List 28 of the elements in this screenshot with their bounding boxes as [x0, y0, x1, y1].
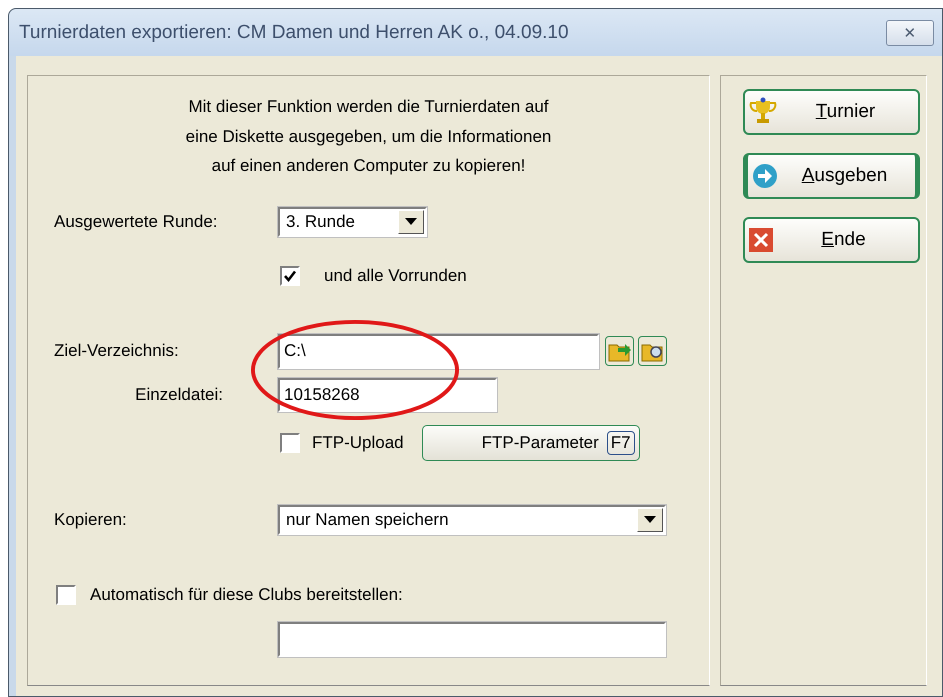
checkbox-label: und alle Vorrunden	[324, 266, 467, 286]
caret-icon	[405, 218, 417, 225]
single-file-label: Einzeldatei:	[134, 384, 223, 404]
folder-arrow-button[interactable]	[605, 336, 634, 366]
round-dropdown[interactable]: 3. Runde	[278, 206, 427, 236]
checkbox-label: Automatisch für diese Clubs bereitstellen:	[90, 584, 403, 604]
action-button[interactable]: Ausgeben	[743, 153, 920, 199]
checkbox[interactable]	[56, 584, 76, 604]
copy-dropdown[interactable]: nur Namen speichern	[278, 504, 666, 534]
round-label: Ausgewertete Runde:	[54, 212, 218, 232]
action-button[interactable]: Turnier	[743, 89, 920, 135]
target-dir-field[interactable]: C:\	[278, 334, 599, 368]
close-icon	[749, 228, 773, 252]
intro-text: Mit dieser Funktion werden die Turnierdaten auf eine Diskette ausgegeben, um die Informationen auf einen anderen Computer zu kopieren!	[184, 96, 552, 177]
clubs-field[interactable]	[278, 622, 666, 656]
copy-label: Kopieren:	[54, 510, 128, 530]
window-title: Turnierdaten exportieren: CM Damen und Herren AK o., 04.09.10	[19, 22, 569, 44]
action-button[interactable]: Ende	[743, 217, 920, 263]
checkbox-label: FTP-Upload	[312, 432, 404, 452]
caret-icon	[644, 516, 656, 523]
single-file-field[interactable]: 10158268	[278, 378, 497, 412]
checkbox[interactable]	[280, 266, 300, 286]
ftp-parameter-button[interactable]: FTP-Parameter F7	[422, 424, 640, 460]
checkbox[interactable]	[280, 432, 300, 452]
check-icon	[283, 268, 297, 282]
close-button[interactable]: ✕	[886, 20, 934, 46]
folder-search-button[interactable]	[638, 336, 667, 366]
target-dir-label: Ziel-Verzeichnis:	[54, 341, 180, 361]
